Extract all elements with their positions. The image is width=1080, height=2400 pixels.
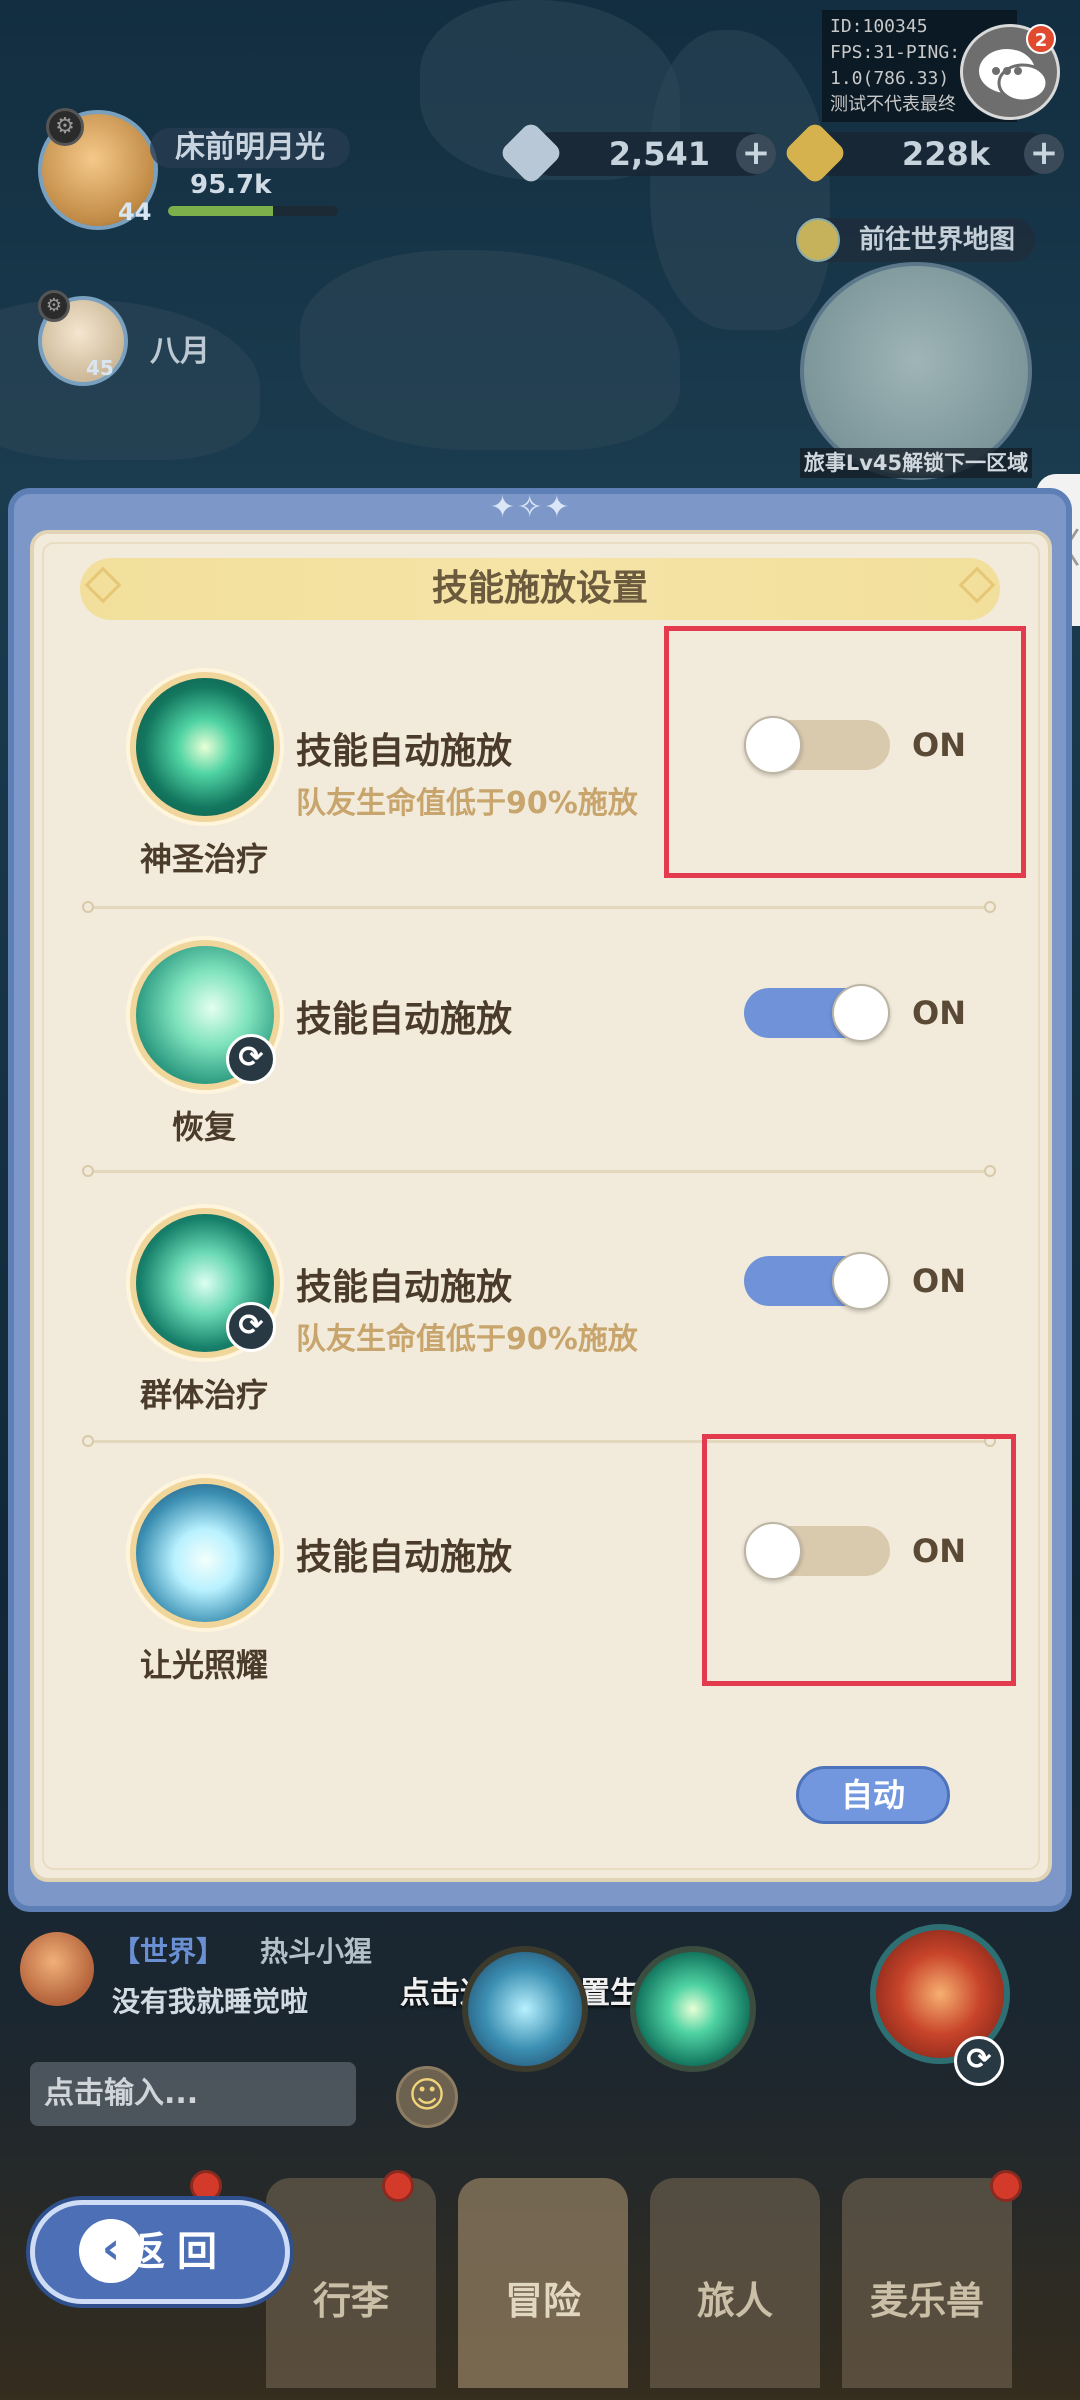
gem-value: 2,541 xyxy=(608,135,710,173)
holy-heal-skill-icon xyxy=(130,672,280,822)
notification-dot xyxy=(190,2170,222,2202)
divider-dot xyxy=(82,901,94,913)
tab-label: 麦乐兽 xyxy=(869,2279,984,2323)
row-divider xyxy=(90,906,990,909)
notification-dot xyxy=(382,2170,414,2202)
gold-value: 228k xyxy=(901,135,990,173)
companion-gear-icon[interactable]: ⚙ xyxy=(38,290,70,322)
divider-dot xyxy=(82,1165,94,1177)
modal-ornament: ✦✧✦ xyxy=(490,490,572,525)
divider-dot xyxy=(984,901,996,913)
modal-title: 技能施放设置 xyxy=(80,558,1000,620)
auto-cast-label: 技能自动施放 xyxy=(296,1537,513,1578)
tab-label: 旅人 xyxy=(696,2279,773,2323)
divider-dot xyxy=(984,1165,996,1177)
tab-pet[interactable]: 麦乐兽 xyxy=(842,2178,1012,2388)
player-name: 床前明月光 xyxy=(150,128,350,168)
companion-name: 八月 xyxy=(150,334,210,369)
auto-cast-toggle[interactable] xyxy=(744,1252,890,1310)
highlight-box xyxy=(702,1434,1016,1686)
skill-name: 让光照耀 xyxy=(139,1646,268,1684)
notification-dot xyxy=(990,2170,1022,2202)
chat-unread-badge: 2 xyxy=(1026,24,1056,54)
auto-cast-condition: 队友生命值低于90%施放 xyxy=(296,1322,638,1357)
skill-slot[interactable] xyxy=(630,1946,756,2072)
skill-slot[interactable] xyxy=(462,1946,588,2072)
toggle-knob xyxy=(832,984,890,1042)
skill-name: 群体治疗 xyxy=(139,1376,268,1414)
settings-gear-icon[interactable]: ⚙ xyxy=(46,108,84,146)
tab-label: 行李 xyxy=(312,2279,389,2323)
skill-name: 恢复 xyxy=(171,1108,236,1146)
gold-counter: 228k xyxy=(810,132,1050,176)
world-globe-icon xyxy=(796,218,840,262)
auto-cast-toggle[interactable] xyxy=(744,984,890,1042)
chat-input[interactable]: 点击输入... xyxy=(30,2062,356,2126)
toggle-knob xyxy=(832,1252,890,1310)
swap-icon: ⟳ xyxy=(226,1034,276,1084)
toggle-state-text: ON xyxy=(912,1262,966,1300)
auto-cast-condition: 队友生命值低于90%施放 xyxy=(296,786,638,821)
auto-cast-label: 技能自动施放 xyxy=(296,731,513,772)
swap-icon: ⟳ xyxy=(226,1302,276,1352)
add-gold-button[interactable]: + xyxy=(1024,134,1064,174)
companion-level: 45 xyxy=(86,356,114,380)
emoji-icon[interactable]: ☺ xyxy=(396,2066,458,2128)
auto-button[interactable]: 自动 xyxy=(796,1766,950,1824)
area-unlock-hint: 旅事Lv45解锁下一区域 xyxy=(800,448,1032,478)
gem-counter: 2,541 xyxy=(530,132,770,176)
player-power: 95.7k xyxy=(190,170,272,200)
chat-username[interactable]: 热斗小猩 xyxy=(260,1930,372,1970)
chat-message: 没有我就睡觉啦 xyxy=(112,1985,309,2018)
tab-adventure[interactable]: 冒险 xyxy=(458,2178,628,2388)
back-button[interactable]: ‹ 返回 xyxy=(30,2200,290,2304)
tab-label: 冒险 xyxy=(504,2279,581,2323)
toggle-state-text: ON xyxy=(912,994,966,1032)
auto-cast-label: 技能自动施放 xyxy=(296,1267,513,1308)
xp-bar xyxy=(168,206,338,216)
tab-luggage[interactable]: 行李 xyxy=(266,2178,436,2388)
highlight-box xyxy=(664,626,1026,878)
add-gems-button[interactable]: + xyxy=(736,134,776,174)
let-light-shine-skill-icon xyxy=(130,1478,280,1628)
skill-name: 神圣治疗 xyxy=(139,840,268,878)
world-map-label: 前往世界地图 xyxy=(859,225,1016,255)
chat-sender-avatar[interactable] xyxy=(20,1932,94,2006)
player-level: 44 xyxy=(118,198,152,226)
swap-icon: ⟳ xyxy=(954,2036,1004,2086)
auto-cast-label: 技能自动施放 xyxy=(296,999,513,1040)
divider-dot xyxy=(82,1435,94,1447)
back-arrow-icon: ‹ xyxy=(79,2219,143,2283)
tab-traveler[interactable]: 旅人 xyxy=(650,2178,820,2388)
row-divider xyxy=(90,1170,990,1173)
chat-channel: 【世界】 xyxy=(112,1935,225,1968)
